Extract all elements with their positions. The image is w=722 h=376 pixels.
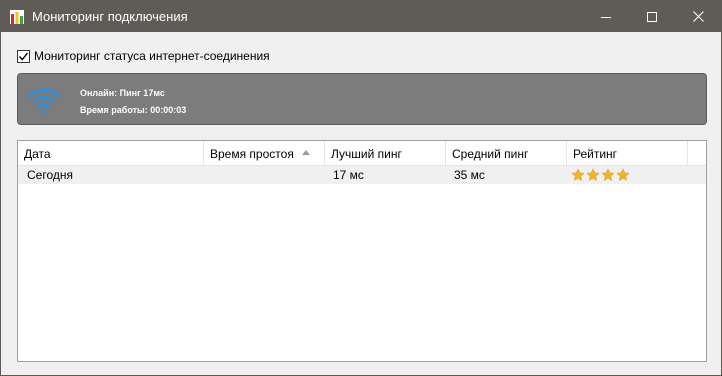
column-header-average-ping[interactable]: Средний пинг [446, 141, 567, 166]
maximize-icon [647, 11, 657, 22]
status-online-ping: Онлайн: Пинг 17мс [80, 88, 165, 98]
app-icon [10, 10, 24, 24]
column-header-downtime-label: Время простоя [210, 147, 294, 161]
ping-history-table: Дата Время простоя Лучший пинг Средний п… [17, 140, 707, 362]
title-bar[interactable]: Мониторинг подключения [1, 1, 721, 32]
connection-status-panel: Онлайн: Пинг 17мс Время работы: 00:00:03 [17, 73, 707, 125]
monitor-checkbox[interactable] [17, 49, 30, 63]
cell-average-ping: 35 мс [454, 168, 485, 182]
column-header-best-ping[interactable]: Лучший пинг [325, 141, 446, 166]
status-uptime: Время работы: 00:00:03 [80, 105, 187, 115]
close-icon [692, 11, 704, 22]
cell-rating [571, 168, 630, 182]
monitor-checkbox-row[interactable]: Мониторинг статуса интернет-соединения [17, 49, 270, 63]
minimize-icon [601, 16, 611, 18]
sort-ascending-icon [302, 150, 310, 155]
star-icon [586, 168, 600, 181]
star-icon [616, 168, 630, 181]
close-button[interactable] [675, 1, 721, 32]
table-header: Дата Время простоя Лучший пинг Средний п… [18, 141, 706, 166]
wifi-icon [27, 88, 61, 114]
minimize-button[interactable] [583, 1, 629, 32]
star-icon [571, 168, 585, 181]
window: Мониторинг подключения Мониторинг статус… [0, 0, 722, 376]
checkmark-icon [18, 52, 29, 61]
column-header-downtime[interactable]: Время простоя [204, 141, 325, 166]
cell-best-ping: 17 мс [333, 168, 364, 182]
window-title: Мониторинг подключения [32, 9, 188, 24]
column-header-rating[interactable]: Рейтинг [567, 141, 688, 166]
table-row[interactable]: Сегодня 17 мс 35 мс [18, 166, 706, 184]
cell-date: Сегодня [27, 168, 73, 182]
maximize-button[interactable] [629, 1, 675, 32]
cell-downtime [204, 166, 213, 184]
star-icon [601, 168, 615, 181]
column-header-date[interactable]: Дата [18, 141, 204, 166]
monitor-checkbox-label[interactable]: Мониторинг статуса интернет-соединения [34, 49, 270, 63]
